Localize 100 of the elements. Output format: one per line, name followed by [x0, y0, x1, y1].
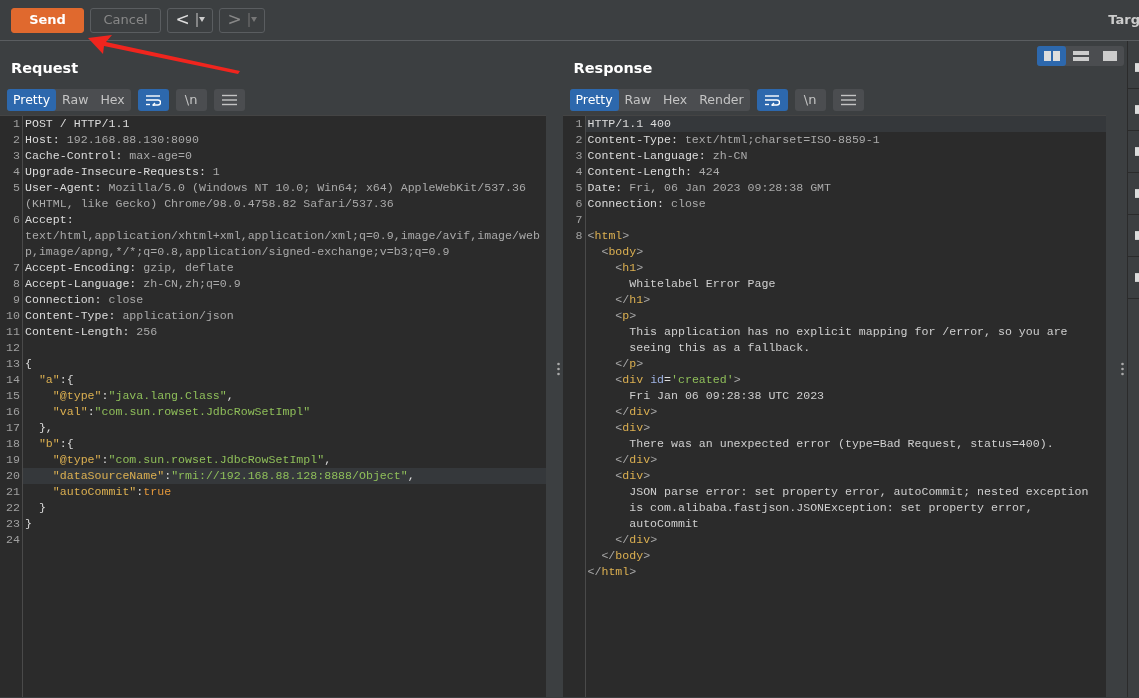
code-line: "autoCommit":true [51, 484, 173, 500]
code-line: <body> [600, 244, 645, 260]
code-line: </div> [614, 452, 659, 468]
menu-icon [840, 94, 856, 106]
line-number: 6 [13, 212, 20, 228]
line-number: 3 [13, 148, 20, 164]
menu-button[interactable] [213, 89, 245, 111]
line-number: 24 [6, 532, 20, 548]
line-number: 22 [6, 500, 20, 516]
side-tab-icon [1135, 230, 1139, 241]
columns-layout-icon [1043, 51, 1060, 61]
line-number: 3 [575, 148, 583, 164]
line-number: 1 [13, 116, 20, 132]
line-number: 4 [13, 164, 20, 180]
line-number: 8 [575, 228, 583, 244]
line-number: 16 [6, 404, 20, 420]
line-number: 15 [6, 388, 20, 404]
line-number: 7 [575, 212, 583, 228]
menu-icon [221, 94, 237, 106]
view-tab[interactable]: Hex [94, 89, 131, 111]
line-number: 19 [6, 452, 20, 468]
line-number: 10 [6, 308, 20, 324]
code-line: <p> [614, 308, 638, 324]
panel-title: Response [573, 59, 653, 78]
code-line: Accept-Language: zh-CN,zh;q=0.9 [24, 276, 242, 292]
code-line: "val":"com.sun.rowset.JdbcRowSetImpl" [51, 404, 312, 420]
newline-toggle[interactable]: \n [175, 89, 207, 111]
line-number: 6 [575, 196, 583, 212]
side-tab-icon [1135, 146, 1139, 157]
line-number: 12 [6, 340, 20, 356]
menu-button[interactable] [832, 89, 864, 111]
line-number: 20 [6, 468, 20, 484]
code-line: }, [37, 420, 54, 436]
code-line: <div> [614, 420, 652, 436]
code-line: autoCommit [628, 516, 700, 532]
code-line: </div> [614, 404, 659, 420]
line-number: 17 [6, 420, 20, 436]
code-line: Whitelabel Error Page [628, 276, 777, 292]
line-number: 18 [6, 436, 20, 452]
side-tab-icon [1135, 104, 1139, 115]
wrap-icon [145, 94, 162, 106]
view-tab[interactable]: Render [693, 89, 750, 111]
code-line: Connection: close [586, 196, 707, 212]
view-tab[interactable]: Pretty [569, 89, 619, 111]
code-line: "@type":"java.lang.Class", [51, 388, 235, 404]
code-line: User-Agent: Mozilla/5.0 (Windows NT 10.0; Win64; x64) AppleWebKit/537.36 [24, 180, 527, 196]
caret-icon [195, 12, 205, 28]
rows-layout-icon [1072, 51, 1089, 61]
send-button[interactable]: Send [11, 7, 84, 33]
code-line: Accept-Encoding: gzip, deflate [24, 260, 235, 276]
line-number: 2 [13, 132, 20, 148]
wrap-toggle[interactable] [756, 89, 788, 111]
code-line: is com.alibaba.fastjson.JSONException: set property error, [628, 500, 1034, 516]
code-line: Date: Fri, 06 Jan 2023 09:28:38 GMT [586, 180, 833, 196]
code-line: </html> [586, 564, 638, 580]
line-number: 5 [575, 180, 583, 196]
newline-toggle[interactable]: \n [794, 89, 826, 111]
code-line: <h1> [614, 260, 645, 276]
line-number: 5 [13, 180, 20, 196]
code-line: "a":{ [37, 372, 75, 388]
line-number: 21 [6, 484, 20, 500]
line-number: 11 [6, 324, 20, 340]
single-layout-icon [1101, 51, 1118, 61]
code-line: POST / HTTP/1.1 [24, 116, 131, 132]
view-tab[interactable]: Hex [656, 89, 694, 111]
code-line: Content-Length: 256 [24, 324, 159, 340]
view-tab[interactable]: Pretty [7, 89, 57, 111]
layout-button[interactable] [1037, 46, 1067, 66]
code-line: Connection: close [24, 292, 145, 308]
view-tab[interactable]: Raw [56, 89, 95, 111]
code-line: Content-Type: text/html;charset=ISO-8859-1 [586, 132, 881, 148]
line-number: 8 [13, 276, 20, 292]
panel-title: Request [11, 59, 79, 78]
line-number: 1 [575, 116, 583, 132]
code-line: { [24, 356, 33, 372]
code-line: Cache-Control: max-age=0 [24, 148, 193, 164]
line-number: 4 [575, 164, 583, 180]
code-line: } [24, 516, 33, 532]
code-line: "@type":"com.sun.rowset.JdbcRowSetImpl", [51, 452, 333, 468]
code-line: JSON parse error: set property error, autoCommit; nested exception [628, 484, 1090, 500]
code-line: Content-Type: application/json [24, 308, 235, 324]
code-line: Accept: [24, 212, 75, 228]
code-line: "b":{ [37, 436, 75, 452]
code-line: Host: 192.168.88.130:8090 [24, 132, 200, 148]
code-line: </div> [614, 532, 659, 548]
code-line: <html> [586, 228, 631, 244]
tab-label[interactable]: Targ [1108, 10, 1139, 30]
code-line: text/html,application/xhtml+xml,application/xml;q=0.9,image/avif,image/web [24, 228, 541, 244]
code-line: </body> [600, 548, 652, 564]
wrap-toggle[interactable] [137, 89, 169, 111]
line-number: 23 [6, 516, 20, 532]
line-number: 2 [575, 132, 583, 148]
code-line: seeing this as a fallback. [628, 340, 812, 356]
wrap-icon [764, 94, 781, 106]
resize-handle-icon [1121, 362, 1124, 376]
code-line: There was an unexpected error (type=Bad Request, status=400). [628, 436, 1055, 452]
view-tab[interactable]: Raw [618, 89, 657, 111]
back-button[interactable]: < [167, 7, 213, 33]
code-line: </p> [614, 356, 645, 372]
caret-icon [247, 12, 257, 28]
